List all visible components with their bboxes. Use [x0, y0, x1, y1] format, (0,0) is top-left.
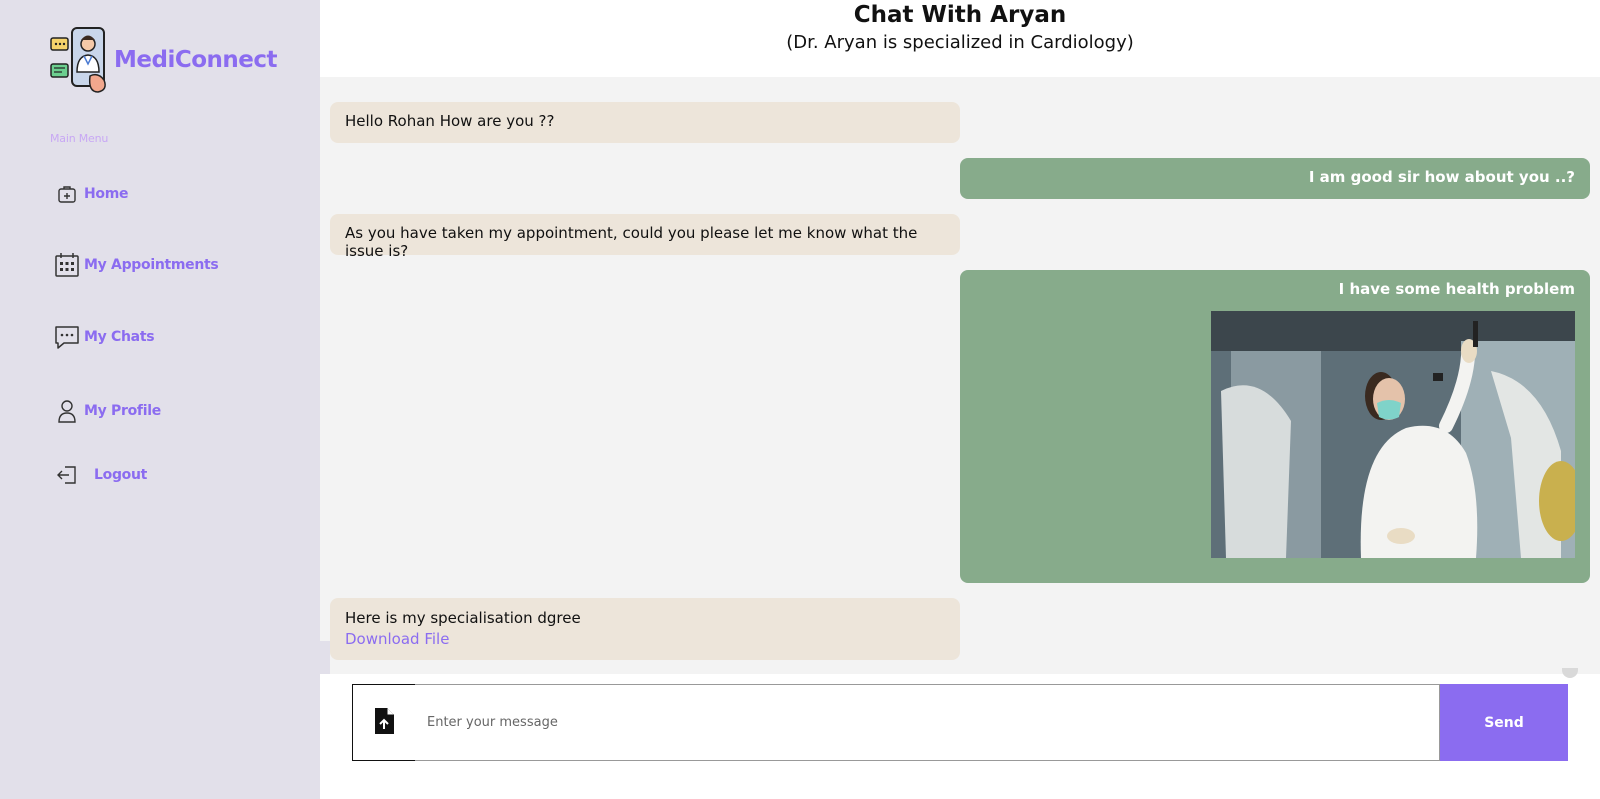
- sidebar-item-label: My Profile: [84, 403, 161, 419]
- message-outgoing-with-image: I have some health problem: [960, 270, 1590, 583]
- sidebar-item-label: Home: [84, 186, 129, 202]
- sidebar-item-label: My Appointments: [84, 257, 219, 273]
- message-text: As you have taken my appointment, could …: [345, 224, 918, 260]
- message-outgoing: I am good sir how about you ..?: [960, 158, 1590, 199]
- sidebar-item-my-appointments[interactable]: My Appointments: [54, 252, 219, 278]
- user-icon: [54, 398, 80, 424]
- calendar-icon: [54, 252, 80, 278]
- file-upload-icon: [373, 707, 395, 739]
- message-text: I have some health problem: [1338, 280, 1575, 298]
- message-incoming-with-file: Here is my specialisation dgree Download…: [330, 598, 960, 660]
- message-text: Here is my specialisation dgree: [345, 609, 581, 627]
- message-text: Hello Rohan How are you ??: [345, 112, 555, 130]
- sidebar: MediConnect Main Menu Home My Appointmen…: [0, 0, 320, 799]
- brand-name: MediConnect: [114, 47, 278, 73]
- chat-title: Chat With Aryan: [853, 2, 1067, 28]
- sidebar-item-logout[interactable]: Logout: [54, 462, 147, 488]
- sidebar-item-home[interactable]: Home: [54, 181, 129, 207]
- message-text: I am good sir how about you ..?: [1308, 168, 1575, 186]
- message-input[interactable]: [415, 684, 1440, 761]
- attached-photo[interactable]: [1211, 311, 1575, 558]
- sidebar-item-my-profile[interactable]: My Profile: [54, 398, 161, 424]
- main-menu-heading: Main Menu: [50, 132, 109, 145]
- doctor-phone-logo-icon: [48, 26, 116, 94]
- chat-header: Chat With Aryan (Dr. Aryan is specialize…: [320, 0, 1600, 77]
- message-incoming: Hello Rohan How are you ??: [330, 102, 960, 143]
- chat-bubble-icon: [54, 324, 80, 350]
- message-incoming: As you have taken my appointment, could …: [330, 214, 960, 260]
- sidebar-item-my-chats[interactable]: My Chats: [54, 324, 155, 350]
- sidebar-edge: [320, 641, 330, 675]
- send-button[interactable]: Send: [1440, 684, 1568, 761]
- home-medical-icon: [54, 181, 80, 207]
- attach-file-button[interactable]: [352, 684, 416, 761]
- download-file-link[interactable]: Download File: [345, 629, 945, 650]
- chat-subtitle: (Dr. Aryan is specialized in Cardiology): [786, 32, 1134, 53]
- brand-logo[interactable]: MediConnect: [48, 26, 278, 94]
- logout-icon: [54, 462, 80, 488]
- sidebar-item-label: My Chats: [84, 329, 155, 345]
- sidebar-item-label: Logout: [94, 467, 148, 483]
